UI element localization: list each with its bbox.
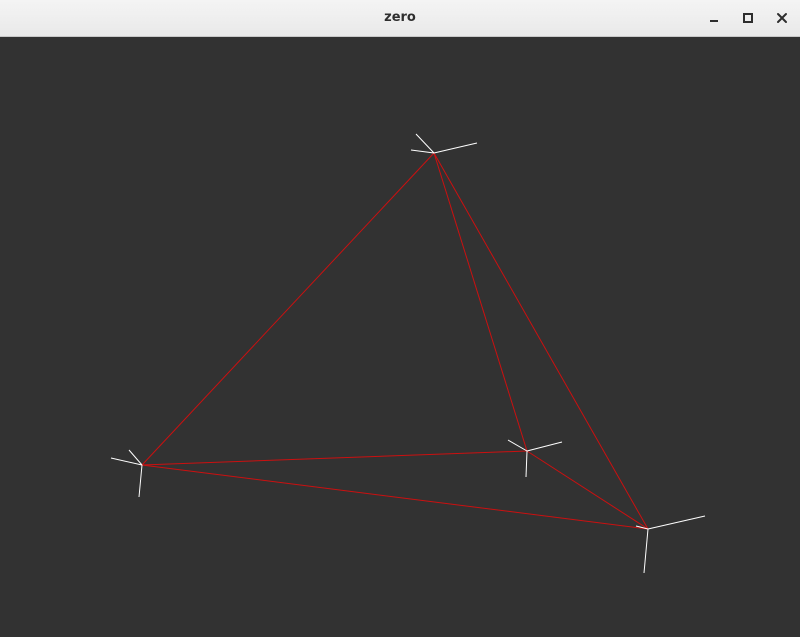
edge-top-inner xyxy=(433,152,528,452)
close-button[interactable] xyxy=(770,6,794,30)
axis-gizmo-right xyxy=(635,515,706,574)
app-window: zero xyxy=(0,0,800,637)
minimize-button[interactable] xyxy=(702,6,726,30)
axis-gizmo-top xyxy=(410,133,478,154)
axis-gizmo-left xyxy=(110,449,143,498)
edge-top-left xyxy=(141,152,435,466)
axis-gizmo-inner xyxy=(507,439,563,478)
tetrahedron-edges xyxy=(141,152,649,530)
edge-left-right xyxy=(141,464,649,530)
tetrahedron-scene xyxy=(110,133,706,574)
edge-top-right xyxy=(433,152,649,530)
maximize-icon xyxy=(743,13,753,23)
minimize-icon xyxy=(710,20,718,22)
edge-left-inner xyxy=(141,450,528,466)
edge-inner-right xyxy=(526,450,649,530)
window-title: zero xyxy=(384,10,416,25)
vertex-axes xyxy=(110,133,706,574)
close-icon xyxy=(777,13,787,23)
render-viewport[interactable] xyxy=(0,37,800,637)
title-bar[interactable]: zero xyxy=(0,0,800,37)
maximize-button[interactable] xyxy=(736,6,760,30)
